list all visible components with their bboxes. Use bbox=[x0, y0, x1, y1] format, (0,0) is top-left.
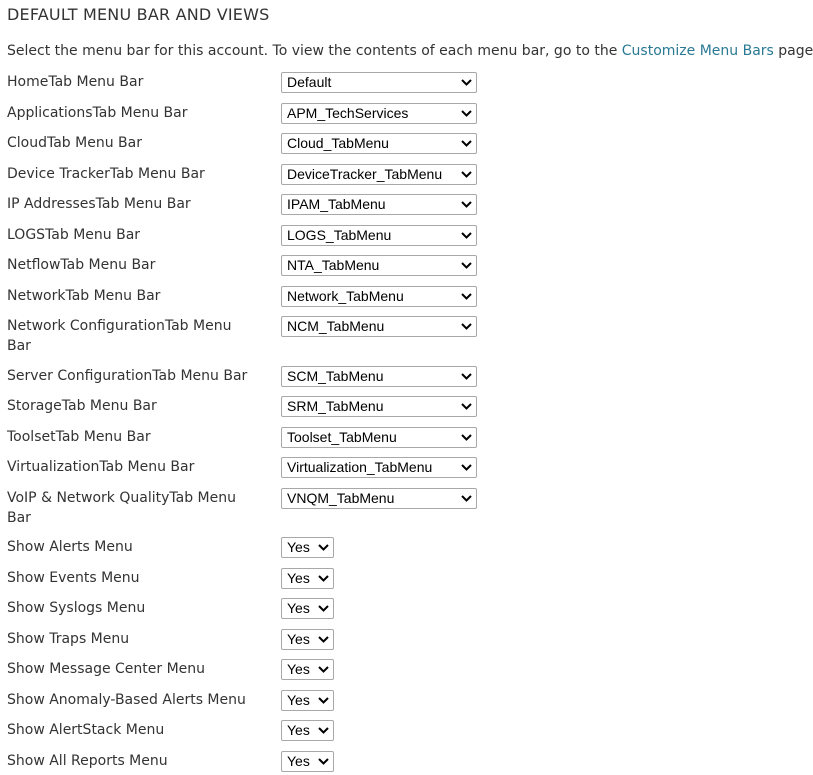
chevron-down-icon bbox=[461, 323, 472, 330]
select-value: Yes bbox=[287, 539, 310, 555]
select-value: Toolset_TabMenu bbox=[287, 429, 397, 445]
label-storage-tab: StorageTab Menu Bar bbox=[7, 398, 157, 414]
chevron-down-icon bbox=[461, 373, 472, 380]
select-value: Yes bbox=[287, 631, 310, 647]
chevron-down-icon bbox=[461, 79, 472, 86]
select-netflow-tab[interactable]: NTA_TabMenu bbox=[281, 255, 477, 276]
intro-text: Select the menu bar for this account. To… bbox=[7, 43, 813, 59]
intro-text-before: Select the menu bar for this account. To… bbox=[7, 43, 622, 59]
select-device-tracker-tab[interactable]: DeviceTracker_TabMenu bbox=[281, 164, 477, 185]
label-show-message-center-menu: Show Message Center Menu bbox=[7, 661, 206, 677]
select-value: DeviceTracker_TabMenu bbox=[287, 166, 443, 182]
chevron-down-icon bbox=[318, 727, 329, 734]
label-show-syslogs-menu: Show Syslogs Menu bbox=[7, 600, 146, 616]
label-netflow-tab: NetflowTab Menu Bar bbox=[7, 257, 156, 273]
label-show-events-menu: Show Events Menu bbox=[7, 570, 140, 586]
select-value: NCM_TabMenu bbox=[287, 318, 385, 334]
label-server-configuration-tab: Server ConfigurationTab Menu Bar bbox=[7, 368, 248, 384]
label-ip-addresses-tab: IP AddressesTab Menu Bar bbox=[7, 196, 191, 212]
chevron-down-icon bbox=[461, 140, 472, 147]
select-network-configuration-tab[interactable]: NCM_TabMenu bbox=[281, 316, 477, 337]
chevron-down-icon bbox=[318, 697, 329, 704]
chevron-down-icon bbox=[461, 110, 472, 117]
label-show-alertstack-menu: Show AlertStack Menu bbox=[7, 722, 165, 738]
select-value: LOGS_TabMenu bbox=[287, 227, 392, 243]
select-value: Virtualization_TabMenu bbox=[287, 459, 433, 475]
select-value: Yes bbox=[287, 692, 310, 708]
select-show-alertstack-menu[interactable]: Yes bbox=[281, 720, 334, 741]
label-toolset-tab: ToolsetTab Menu Bar bbox=[7, 429, 151, 445]
label-device-tracker-tab: Device TrackerTab Menu Bar bbox=[7, 166, 205, 182]
chevron-down-icon bbox=[461, 262, 472, 269]
label-applications-tab: ApplicationsTab Menu Bar bbox=[7, 105, 188, 121]
select-value: Yes bbox=[287, 600, 310, 616]
select-value: Yes bbox=[287, 753, 310, 769]
label-show-alerts-menu: Show Alerts Menu bbox=[7, 539, 133, 555]
page-title: DEFAULT MENU BAR AND VIEWS bbox=[7, 5, 270, 24]
select-show-traps-menu[interactable]: Yes bbox=[281, 629, 334, 650]
label-show-traps-menu: Show Traps Menu bbox=[7, 631, 130, 647]
select-value: VNQM_TabMenu bbox=[287, 490, 395, 506]
chevron-down-icon bbox=[318, 758, 329, 765]
label-show-all-reports-menu: Show All Reports Menu bbox=[7, 753, 168, 769]
chevron-down-icon bbox=[461, 495, 472, 502]
select-value: NTA_TabMenu bbox=[287, 257, 380, 273]
select-value: APM_TechServices bbox=[287, 105, 409, 121]
select-network-tab[interactable]: Network_TabMenu bbox=[281, 286, 477, 307]
select-voip-network-quality-tab[interactable]: VNQM_TabMenu bbox=[281, 488, 477, 509]
select-value: Yes bbox=[287, 661, 310, 677]
select-server-configuration-tab[interactable]: SCM_TabMenu bbox=[281, 366, 477, 387]
select-value: IPAM_TabMenu bbox=[287, 196, 386, 212]
select-virtualization-tab[interactable]: Virtualization_TabMenu bbox=[281, 457, 477, 478]
select-value: SRM_TabMenu bbox=[287, 398, 384, 414]
chevron-down-icon bbox=[461, 293, 472, 300]
select-logs-tab[interactable]: LOGS_TabMenu bbox=[281, 225, 477, 246]
label-network-configuration-tab: Network ConfigurationTab Menu Bar bbox=[7, 318, 232, 354]
select-value: Yes bbox=[287, 570, 310, 586]
label-home-tab: HomeTab Menu Bar bbox=[7, 74, 144, 90]
label-network-tab: NetworkTab Menu Bar bbox=[7, 288, 161, 304]
select-show-message-center-menu[interactable]: Yes bbox=[281, 659, 334, 680]
select-show-syslogs-menu[interactable]: Yes bbox=[281, 598, 334, 619]
label-virtualization-tab: VirtualizationTab Menu Bar bbox=[7, 459, 195, 475]
chevron-down-icon bbox=[318, 575, 329, 582]
intro-text-after: page. bbox=[778, 43, 813, 59]
select-cloud-tab[interactable]: Cloud_TabMenu bbox=[281, 133, 477, 154]
select-toolset-tab[interactable]: Toolset_TabMenu bbox=[281, 427, 477, 448]
chevron-down-icon bbox=[318, 605, 329, 612]
chevron-down-icon bbox=[318, 666, 329, 673]
label-logs-tab: LOGSTab Menu Bar bbox=[7, 227, 141, 243]
select-show-alerts-menu[interactable]: Yes bbox=[281, 537, 334, 558]
select-show-events-menu[interactable]: Yes bbox=[281, 568, 334, 589]
select-storage-tab[interactable]: SRM_TabMenu bbox=[281, 396, 477, 417]
select-value: Network_TabMenu bbox=[287, 288, 404, 304]
select-home-tab[interactable]: Default bbox=[281, 72, 477, 93]
chevron-down-icon bbox=[461, 434, 472, 441]
select-value: SCM_TabMenu bbox=[287, 368, 384, 384]
chevron-down-icon bbox=[461, 232, 472, 239]
select-value: Yes bbox=[287, 722, 310, 738]
label-show-anomaly-based-alerts-menu: Show Anomaly-Based Alerts Menu bbox=[7, 692, 246, 708]
customize-menu-bars-link[interactable]: Customize Menu Bars bbox=[622, 43, 774, 59]
select-show-anomaly-based-alerts-menu[interactable]: Yes bbox=[281, 690, 334, 711]
label-cloud-tab: CloudTab Menu Bar bbox=[7, 135, 142, 151]
label-voip-network-quality-tab: VoIP & Network QualityTab Menu Bar bbox=[7, 490, 236, 526]
chevron-down-icon bbox=[318, 544, 329, 551]
select-ip-addresses-tab[interactable]: IPAM_TabMenu bbox=[281, 194, 477, 215]
select-applications-tab[interactable]: APM_TechServices bbox=[281, 103, 477, 124]
chevron-down-icon bbox=[461, 464, 472, 471]
select-show-all-reports-menu[interactable]: Yes bbox=[281, 751, 334, 772]
select-value: Default bbox=[287, 74, 332, 90]
chevron-down-icon bbox=[461, 403, 472, 410]
chevron-down-icon bbox=[461, 171, 472, 178]
select-value: Cloud_TabMenu bbox=[287, 135, 389, 151]
chevron-down-icon bbox=[461, 201, 472, 208]
chevron-down-icon bbox=[318, 636, 329, 643]
